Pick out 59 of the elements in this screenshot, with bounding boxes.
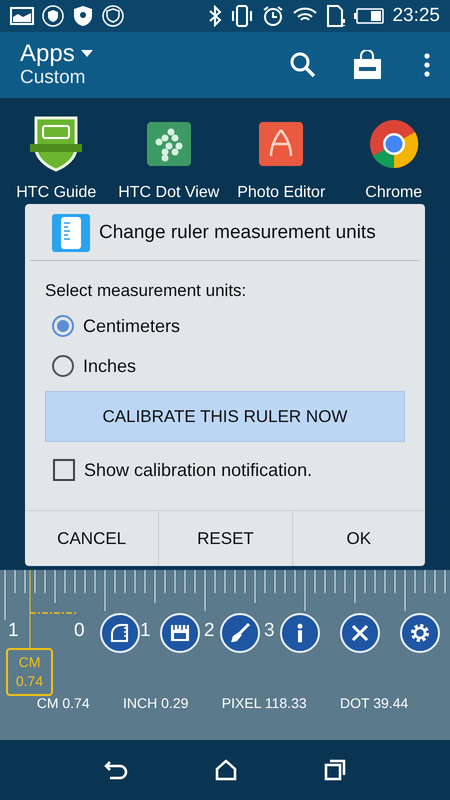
bluetooth-icon (208, 5, 222, 27)
scale-number: 2 (204, 620, 215, 642)
scale-number: 3 (264, 620, 275, 642)
scale-number: 1 (8, 620, 19, 642)
status-time: 23:25 (392, 5, 440, 27)
info-icon (297, 623, 303, 643)
shield-icon (42, 5, 64, 27)
radio-button[interactable] (52, 355, 74, 377)
settings-icon (409, 622, 431, 644)
app-label[interactable]: HTC Dot View (118, 182, 220, 204)
back-icon[interactable] (104, 760, 128, 780)
picture-icon (10, 7, 34, 25)
dialog-button[interactable]: RESET (158, 511, 292, 566)
checkbox[interactable] (53, 459, 75, 481)
phone-ruler-icon (52, 214, 90, 252)
dialog-button[interactable]: OK (292, 511, 425, 566)
settings-button[interactable] (400, 613, 440, 653)
ruler-angle-icon (109, 622, 131, 644)
scale-number: 1 (140, 620, 151, 642)
brush-tool-button[interactable] (220, 613, 260, 653)
measurement-reading: PIXEL 118.33 (222, 695, 307, 711)
brush-icon (229, 622, 251, 644)
app-label[interactable]: Chrome (365, 182, 422, 204)
calibrate-button[interactable]: CALIBRATE THIS RULER NOW (45, 391, 405, 442)
checkbox-label[interactable]: Show calibration notification. (84, 460, 312, 480)
measurement-reading: INCH 0.29 (123, 695, 188, 711)
dots-app-icon (146, 122, 191, 166)
alarm-icon (262, 5, 284, 27)
dialog-prompt: Select measurement units: (45, 281, 248, 301)
dialog-title: Change ruler measurement units (99, 222, 376, 244)
measurement-reading: CM 0.74 (36, 695, 90, 711)
app-bar-title[interactable]: Apps (20, 41, 75, 67)
overflow-menu-icon[interactable] (424, 53, 430, 77)
scale-number: 0 (74, 620, 85, 642)
radio-button[interactable] (52, 315, 74, 337)
shield-app-icon (30, 116, 82, 172)
info-button[interactable] (280, 613, 320, 653)
app-label[interactable]: Photo Editor (237, 182, 326, 204)
option-label[interactable]: Inches (83, 356, 136, 376)
shield-icon (102, 5, 124, 27)
app-bar-subtitle: Custom (20, 67, 86, 89)
shopping-bag-icon[interactable] (352, 50, 382, 80)
ruler-units-icon (169, 622, 191, 644)
home-icon[interactable] (214, 759, 237, 781)
app-label[interactable]: HTC Guide (16, 182, 96, 204)
battery-icon (354, 8, 384, 24)
vibrate-icon (230, 5, 254, 27)
sim-card-icon (326, 5, 346, 27)
protractor-tool-button[interactable] (100, 613, 140, 653)
close-button[interactable] (340, 613, 380, 653)
search-icon[interactable] (290, 52, 316, 78)
browser-app-icon (368, 119, 419, 169)
close-icon (349, 622, 371, 644)
recent-apps-icon[interactable] (324, 759, 346, 781)
measurement-reading: DOT 39.44 (340, 695, 408, 711)
units-tool-button[interactable] (160, 613, 200, 653)
option-label[interactable]: Centimeters (83, 316, 180, 336)
dropdown-caret-icon[interactable] (80, 50, 93, 58)
dialog-button[interactable]: CANCEL (25, 511, 158, 566)
